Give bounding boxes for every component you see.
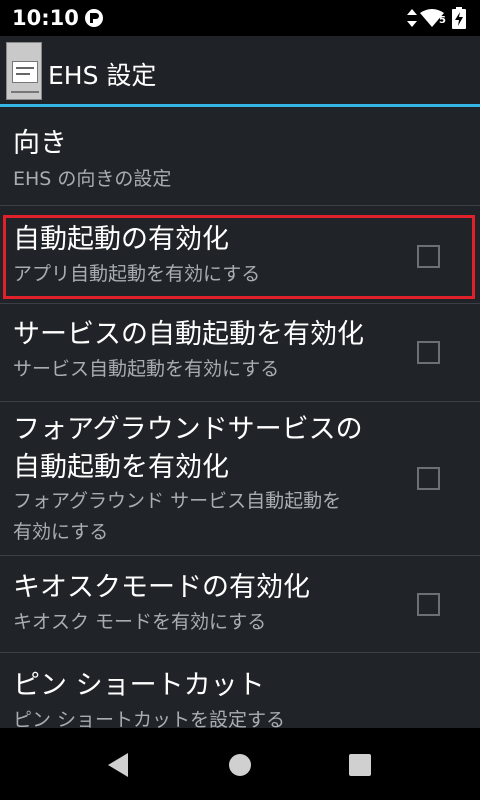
pref-service-auto-start[interactable]: サービスの自動起動を有効化 サービス自動起動を有効にする [0,304,480,401]
kiosk-mode-checkbox[interactable] [417,593,440,616]
status-time: 10:10 [12,6,79,30]
pref-summary: サービス自動起動を有効にする [13,358,280,380]
pref-title-line2: 自動起動を有効化 [13,452,229,483]
pref-title: 向き [13,128,67,159]
app-icon [6,42,42,100]
pref-pin-shortcut[interactable]: ピン ショートカット ピン ショートカットを設定する [0,653,480,728]
pref-title: キオスクモードの有効化 [13,572,310,603]
foreground-service-auto-start-checkbox[interactable] [417,467,440,490]
status-bar: 10:10 5 [0,0,480,36]
pref-summary: ピン ショートカットを設定する [13,709,286,728]
pref-summary: キオスク モードを有効にする [13,611,267,633]
back-icon[interactable] [104,750,134,780]
status-icons: 5 [406,7,470,29]
page-title: EHS 設定 [48,61,157,90]
navigation-bar [0,728,480,800]
pref-summary-line1: フォアグラウンド サービス自動起動を [13,490,342,512]
pref-foreground-service-auto-start[interactable]: フォアグラウンドサービスの 自動起動を有効化 フォアグラウンド サービス自動起動… [0,402,480,555]
preference-list: 向き EHS の向きの設定 自動起動の有効化 アプリ自動起動を有効にする サービ… [0,107,480,728]
service-auto-start-checkbox[interactable] [417,341,440,364]
data-transfer-icon [407,9,417,27]
pref-summary-line2: 有効にする [13,521,109,543]
action-bar: EHS 設定 [0,36,480,106]
pref-orientation[interactable]: 向き EHS の向きの設定 [0,107,480,205]
pref-title-line1: フォアグラウンドサービスの [13,414,363,445]
signal-label: 5 [439,15,446,26]
pref-title: サービスの自動起動を有効化 [13,319,364,350]
home-icon[interactable] [225,750,255,780]
highlight-box [3,215,475,299]
recents-icon[interactable] [345,750,375,780]
app-notification-icon [85,9,103,27]
pref-title: ピン ショートカット [13,670,265,701]
pref-kiosk-mode[interactable]: キオスクモードの有効化 キオスク モードを有効にする [0,556,480,652]
battery-charging-icon [452,7,466,29]
pref-summary: EHS の向きの設定 [13,168,172,190]
